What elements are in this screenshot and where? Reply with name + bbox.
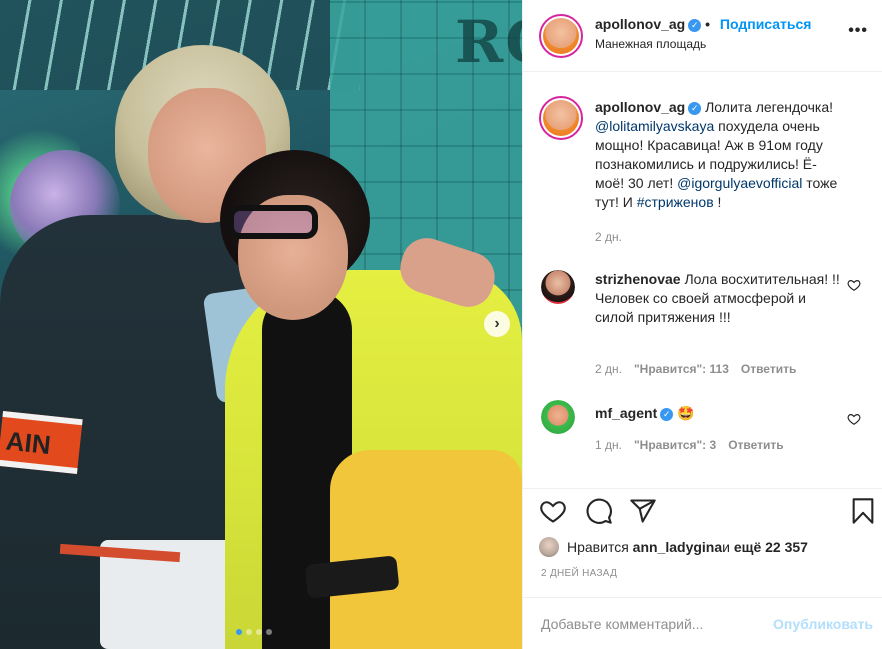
share-icon[interactable]	[629, 497, 657, 525]
caption-avatar[interactable]	[539, 96, 583, 140]
likes-count[interactable]: ещё 22 357	[734, 539, 808, 555]
follow-button[interactable]: Подписаться	[720, 16, 812, 32]
liker-username[interactable]: ann_ladygina	[633, 539, 722, 555]
photo-arm-band: AIN	[0, 410, 83, 475]
post-side-panel: apollonov_ag ✓ • Подписаться Манежная пло…	[522, 0, 882, 649]
comment-username[interactable]: strizhenovae	[595, 271, 681, 287]
verified-icon: ✓	[688, 18, 702, 32]
add-comment-bar: Опубликовать	[523, 597, 882, 649]
liker-avatar[interactable]	[539, 537, 559, 557]
caption-text: apollonov_ag ✓ Лолита легендочка! @lolita…	[595, 99, 838, 210]
post-header: apollonov_ag ✓ • Подписаться Манежная пло…	[523, 0, 882, 72]
comment-text: strizhenovae Лола восхитительная! !! Чел…	[595, 271, 840, 325]
post-photo[interactable]: RO AIN ›	[0, 0, 522, 649]
mention-link[interactable]: @lolitamilyavskaya	[595, 118, 714, 134]
more-icon[interactable]: •••	[848, 22, 868, 40]
heart-icon[interactable]	[847, 278, 861, 292]
heart-icon[interactable]	[539, 497, 567, 525]
action-bar	[523, 488, 882, 532]
next-arrow-icon[interactable]: ›	[484, 311, 510, 337]
author-username[interactable]: apollonov_ag	[595, 16, 685, 32]
carousel-dot	[266, 629, 272, 635]
comment-time[interactable]: 2 дн.	[595, 362, 622, 376]
comment-meta: 2 дн. "Нравится": 113 Ответить	[595, 362, 796, 376]
comment-meta: 1 дн. "Нравится": 3 Ответить	[595, 438, 784, 452]
reply-button[interactable]: Ответить	[741, 362, 796, 376]
carousel-dot	[256, 629, 262, 635]
photo-glasses	[228, 205, 318, 239]
caption-time[interactable]: 2 дн.	[595, 230, 622, 244]
bookmark-icon[interactable]	[849, 497, 877, 525]
comment-input[interactable]	[541, 612, 761, 636]
hashtag-link[interactable]: #стриженов	[637, 194, 714, 210]
carousel-dot	[246, 629, 252, 635]
comment-time[interactable]: 1 дн.	[595, 438, 622, 452]
carousel-dots	[236, 629, 272, 635]
heart-icon[interactable]	[847, 412, 861, 426]
post-date[interactable]: 2 ДНЕЙ НАЗАД	[541, 568, 617, 579]
reply-button[interactable]: Ответить	[728, 438, 783, 452]
comment-likes[interactable]: "Нравится": 113	[634, 362, 729, 376]
mention-link[interactable]: @igorgulyaevofficial	[677, 175, 802, 191]
likes-summary: Нравится ann_ladygina и ещё 22 357	[539, 536, 808, 558]
comments-section: apollonov_ag ✓ Лолита легендочка! @lolita…	[523, 72, 882, 488]
verified-icon: ✓	[660, 407, 674, 421]
publish-button[interactable]: Опубликовать	[773, 616, 873, 632]
verified-icon: ✓	[688, 101, 702, 115]
comment-text: mf_agent ✓ 🤩	[595, 405, 695, 421]
comment-avatar[interactable]	[541, 400, 575, 434]
comment-avatar[interactable]	[541, 270, 575, 304]
comment-username[interactable]: mf_agent	[595, 405, 657, 421]
author-avatar[interactable]	[539, 14, 583, 58]
carousel-dot-active	[236, 629, 242, 635]
instagram-post-view: RO AIN › apollono	[0, 0, 882, 649]
post-location[interactable]: Манежная площадь	[595, 37, 706, 51]
comment-likes[interactable]: "Нравится": 3	[634, 438, 716, 452]
caption-username[interactable]: apollonov_ag	[595, 99, 685, 115]
comment-icon[interactable]	[585, 497, 613, 525]
caption-meta: 2 дн.	[595, 230, 622, 244]
photo-wall-letters: RO	[455, 8, 522, 76]
